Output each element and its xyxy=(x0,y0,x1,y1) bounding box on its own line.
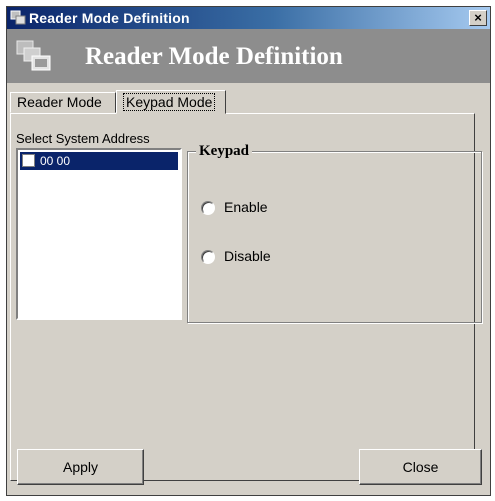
list-item[interactable]: 00 00 xyxy=(20,152,178,170)
enable-radio-label: Enable xyxy=(224,199,268,215)
enable-radio[interactable] xyxy=(201,201,215,215)
window-title: Reader Mode Definition xyxy=(29,10,190,26)
system-address-label: Select System Address xyxy=(16,131,150,146)
banner-title: Reader Mode Definition xyxy=(85,43,343,70)
header-banner: Reader Mode Definition xyxy=(7,29,490,83)
tab-reader-mode[interactable]: Reader Mode xyxy=(10,92,116,113)
title-bar[interactable]: Reader Mode Definition × xyxy=(7,7,490,29)
close-button[interactable]: Close xyxy=(359,449,482,485)
disable-radio-label: Disable xyxy=(224,248,271,264)
tab-keypad-mode-label: Keypad Mode xyxy=(123,93,216,111)
disable-radio[interactable] xyxy=(201,250,215,264)
apply-button[interactable]: Apply xyxy=(17,449,144,485)
app-icon xyxy=(10,10,26,25)
tab-reader-mode-label: Reader Mode xyxy=(17,94,102,110)
keypad-groupbox xyxy=(187,151,482,323)
tab-keypad-mode[interactable]: Keypad Mode xyxy=(116,90,226,114)
list-item-label: 00 00 xyxy=(40,154,71,168)
list-item-checkbox[interactable] xyxy=(22,154,35,167)
window-close-button[interactable]: × xyxy=(469,10,487,26)
computers-icon xyxy=(16,40,51,71)
system-address-list[interactable]: 00 00 xyxy=(16,148,182,320)
keypad-group-title: Keypad xyxy=(196,143,253,160)
